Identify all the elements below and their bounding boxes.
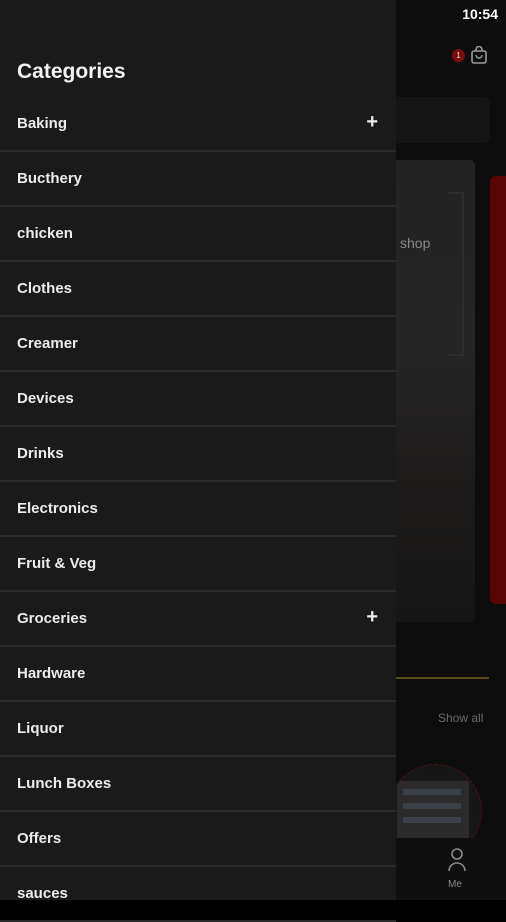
category-item[interactable]: Groceries + bbox=[0, 592, 396, 647]
category-item[interactable]: Clothes bbox=[0, 262, 396, 317]
category-item[interactable]: Lunch Boxes bbox=[0, 757, 396, 812]
category-list: Baking + Bucthery chicken Clothes Creamer Devi… bbox=[0, 97, 396, 922]
category-label: Creamer bbox=[17, 335, 78, 352]
category-item[interactable]: Creamer bbox=[0, 317, 396, 372]
category-label: chicken bbox=[17, 225, 73, 242]
category-item[interactable]: sauces bbox=[0, 867, 396, 922]
category-label: Fruit & Veg bbox=[17, 555, 97, 572]
banner-text: shop bbox=[400, 235, 431, 251]
category-label: Baking bbox=[17, 115, 68, 132]
divider bbox=[396, 677, 489, 679]
cart-icon[interactable] bbox=[470, 46, 488, 64]
category-item[interactable]: Liquor bbox=[0, 702, 396, 757]
show-all-link[interactable]: Show all bbox=[438, 711, 483, 725]
category-item[interactable]: Drinks bbox=[0, 427, 396, 482]
category-label: Devices bbox=[17, 390, 74, 407]
clock: 10:54 bbox=[462, 6, 498, 22]
status-bar: 10:54 bbox=[0, 0, 506, 28]
category-item[interactable]: Fruit & Veg bbox=[0, 537, 396, 592]
category-label: Drinks bbox=[17, 445, 64, 462]
category-label: Offers bbox=[17, 830, 62, 847]
expand-plus-icon[interactable]: + bbox=[366, 606, 378, 629]
banner-image[interactable] bbox=[396, 160, 475, 622]
category-item[interactable]: Bucthery bbox=[0, 152, 396, 207]
category-item[interactable]: Offers bbox=[0, 812, 396, 867]
cart-badge: 1 bbox=[452, 49, 465, 62]
promo-panel bbox=[490, 176, 506, 604]
category-label: sauces bbox=[17, 885, 68, 902]
categories-drawer: Categories Baking + Bucthery chicken Clothes… bbox=[0, 0, 396, 922]
category-label: Hardware bbox=[17, 665, 86, 682]
search-bar[interactable] bbox=[396, 97, 490, 143]
category-label: Electronics bbox=[17, 500, 98, 517]
category-label: Bucthery bbox=[17, 170, 83, 187]
category-label: Liquor bbox=[17, 720, 64, 737]
category-item[interactable]: Hardware bbox=[0, 647, 396, 702]
me-label[interactable]: Me bbox=[448, 879, 462, 890]
category-label: Clothes bbox=[17, 280, 73, 297]
category-item[interactable]: Electronics bbox=[0, 482, 396, 537]
expand-plus-icon[interactable]: + bbox=[366, 111, 378, 134]
category-item[interactable]: Devices bbox=[0, 372, 396, 427]
category-label: Lunch Boxes bbox=[17, 775, 112, 792]
category-item[interactable]: Baking + bbox=[0, 97, 396, 152]
drawer-title: Categories bbox=[17, 60, 126, 83]
user-icon[interactable] bbox=[447, 847, 467, 873]
category-label: Groceries bbox=[17, 610, 88, 627]
category-item[interactable]: chicken bbox=[0, 207, 396, 262]
